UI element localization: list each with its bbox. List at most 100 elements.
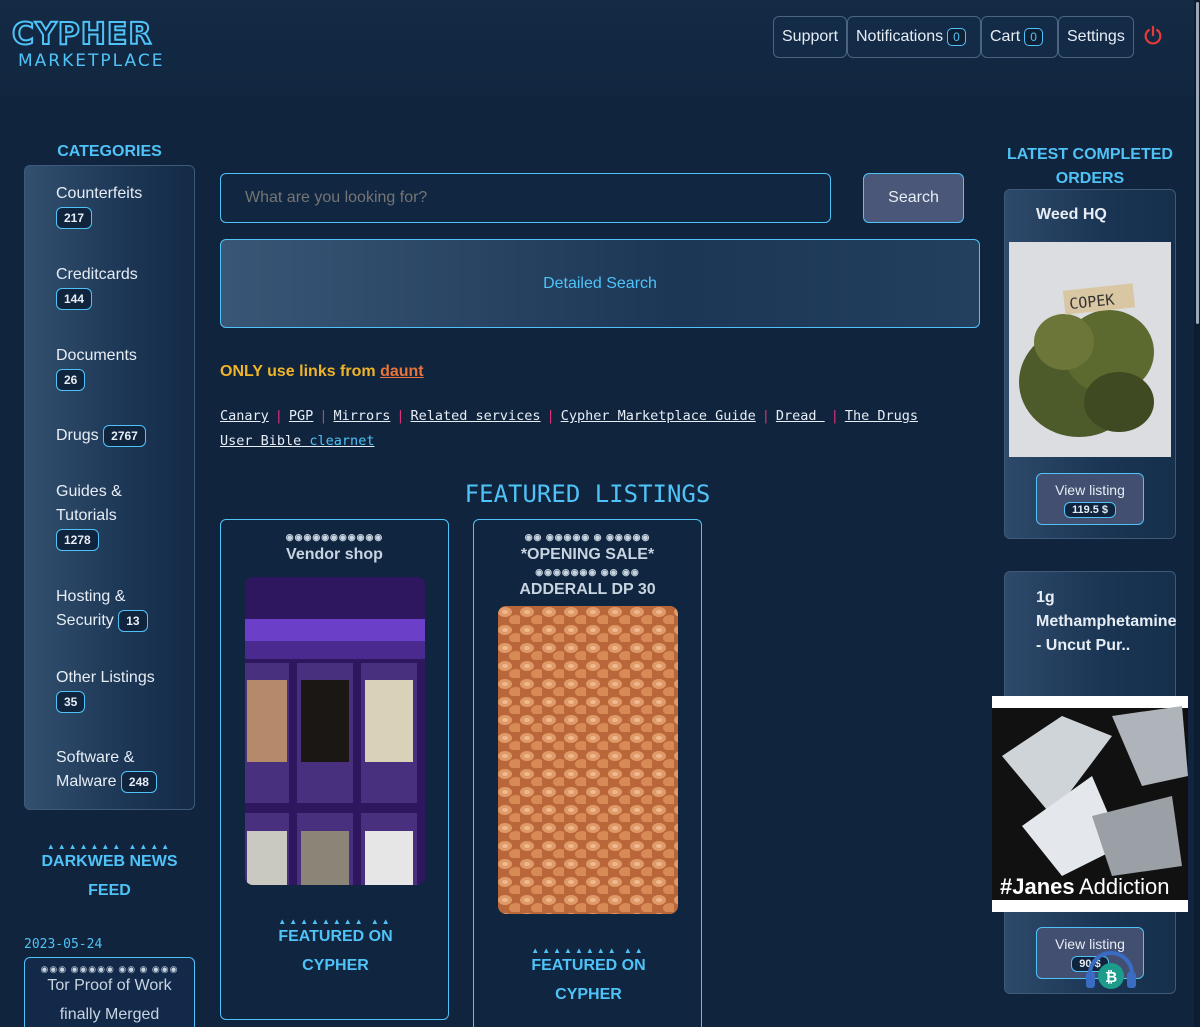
- category-count: 144: [56, 287, 93, 310]
- logo-title: CYPHER: [11, 17, 153, 52]
- image-caption-bold: #Janes: [1000, 874, 1075, 899]
- category-count: 35: [56, 690, 86, 713]
- category-label: Drugs: [56, 427, 99, 444]
- category-creditcards[interactable]: Creditcards 144: [56, 263, 186, 311]
- cart-count: 0: [1024, 28, 1043, 46]
- category-count: 217: [56, 206, 93, 229]
- order-image[interactable]: COPEK: [1009, 242, 1171, 457]
- card-title: ◉◉ ◉◉◉◉◉ ◉ ◉◉◉◉◉ *OPENING SALE* ◉◉◉◉◉◉◉ …: [474, 530, 701, 600]
- svg-text:₿: ₿: [1105, 968, 1117, 986]
- separator: |: [396, 408, 405, 424]
- category-count: 2767: [103, 424, 146, 447]
- category-label: Counterfeits: [56, 185, 143, 202]
- search-button[interactable]: Search: [863, 173, 964, 223]
- dread-link[interactable]: Dread: [776, 408, 825, 424]
- decor-dots: ◉◉◉◉◉◉◉ ◉◉ ◉◉: [535, 567, 640, 577]
- support-chat-icon[interactable]: ₿: [1080, 940, 1142, 1002]
- latest-orders-title: LATEST COMPLETED ORDERS: [1007, 146, 1173, 187]
- category-count: 13: [118, 609, 148, 632]
- crystal-illustration: #Janes Addiction: [992, 706, 1188, 900]
- logo[interactable]: CYPHER MARKETPLACE: [11, 17, 165, 72]
- clearnet-text: clearnet: [309, 433, 375, 449]
- category-label: Hosting & Security: [56, 588, 126, 629]
- adderall-image[interactable]: [498, 606, 678, 914]
- featured-badge-text: FEATURED ON CYPHER: [278, 928, 393, 974]
- category-label: Guides & Tutorials: [56, 483, 122, 524]
- card-title: ◉◉◉◉◉◉◉◉◉◉◉ Vendor shop: [221, 530, 448, 565]
- vendor-shop-illustration: [245, 577, 425, 885]
- view-listing-label: View listing: [1055, 482, 1125, 498]
- category-label: Documents: [56, 347, 137, 364]
- categories-panel: Counterfeits 217 Creditcards 144 Documen…: [24, 165, 195, 810]
- category-hosting[interactable]: Hosting & Security 13: [56, 585, 156, 633]
- news-feed-title: ▲▲▲▲▲▲▲ ▲▲▲▲ DARKWEB NEWS FEED: [24, 843, 195, 905]
- user-bible-link[interactable]: User Bible clearnet: [220, 433, 374, 449]
- separator: |: [319, 408, 328, 424]
- info-links: Canary | PGP | Mirrors | Related services | Cyph…: [220, 404, 980, 454]
- category-documents[interactable]: Documents 26: [56, 344, 186, 392]
- detailed-search-button[interactable]: Detailed Search: [220, 239, 980, 328]
- related-services-link[interactable]: Related services: [411, 408, 541, 424]
- mirrors-link[interactable]: Mirrors: [333, 408, 390, 424]
- separator: |: [546, 408, 555, 424]
- decor-dots: ◉◉◉◉◉◉◉◉◉◉◉: [285, 532, 384, 542]
- notifications-button[interactable]: Notifications 0: [847, 16, 981, 58]
- user-bible-text: User Bible: [220, 433, 302, 449]
- top-nav: Support Notifications 0 Cart 0 Settings: [773, 16, 1134, 58]
- news-date: 2023-05-24: [24, 937, 103, 952]
- separator: |: [761, 408, 770, 424]
- view-listing-button[interactable]: View listing 119.5 $: [1036, 473, 1144, 525]
- search-input[interactable]: [220, 173, 831, 223]
- featured-badge: ▲▲▲▲▲▲▲▲ ▲▲ FEATURED ON CYPHER: [474, 947, 703, 1009]
- daunt-link[interactable]: daunt: [380, 363, 424, 380]
- links-warning: ONLY use links from daunt: [220, 363, 424, 381]
- order-title[interactable]: 1g Methamphetamine - Uncut Pur..: [1036, 586, 1176, 658]
- news-item[interactable]: ◉◉◉ ◉◉◉◉◉ ◉◉ ◉ ◉◉◉ Tor Proof of Work fin…: [24, 957, 195, 1027]
- support-button[interactable]: Support: [773, 16, 847, 58]
- featured-card[interactable]: ◉◉◉◉◉◉◉◉◉◉◉ Vendor shop ▲▲▲▲▲▲▲▲ ▲▲ FEAT…: [220, 519, 449, 1020]
- separator: |: [830, 408, 839, 424]
- featured-title: FEATURED LISTINGS: [464, 480, 711, 508]
- separator: |: [274, 408, 283, 424]
- featured-badge: ▲▲▲▲▲▲▲▲ ▲▲ FEATURED ON CYPHER: [221, 918, 450, 980]
- news-title-text: DARKWEB NEWS FEED: [41, 853, 178, 899]
- pills-illustration: [498, 606, 678, 914]
- warning-text: ONLY use links from: [220, 363, 376, 380]
- category-other[interactable]: Other Listings 35: [56, 666, 186, 714]
- decor-dots: ◉◉ ◉◉◉◉◉ ◉ ◉◉◉◉◉: [524, 532, 651, 542]
- category-software[interactable]: Software & Malware 248: [56, 746, 166, 794]
- vendor-shop-image[interactable]: [245, 577, 425, 885]
- scrollbar-thumb[interactable]: [1196, 2, 1199, 324]
- category-counterfeits[interactable]: Counterfeits 217: [56, 182, 186, 230]
- category-guides[interactable]: Guides & Tutorials 1278: [56, 480, 146, 552]
- category-drugs[interactable]: Drugs 2767: [56, 424, 186, 448]
- order-price: 119.5 $: [1063, 502, 1117, 518]
- logo-subtitle: MARKETPLACE: [18, 51, 165, 71]
- card-title-text: Vendor shop: [286, 546, 383, 563]
- power-icon[interactable]: [1142, 25, 1164, 47]
- category-count: 1278: [56, 528, 99, 551]
- pgp-link[interactable]: PGP: [289, 408, 313, 424]
- support-label: Support: [782, 28, 839, 45]
- settings-button[interactable]: Settings: [1058, 16, 1134, 58]
- the-drugs-link[interactable]: The Drugs: [845, 408, 918, 424]
- settings-label: Settings: [1067, 28, 1125, 45]
- weed-illustration: COPEK: [1009, 242, 1171, 457]
- card-title-line1: *OPENING SALE*: [520, 546, 655, 563]
- image-caption: Addiction: [1079, 874, 1170, 899]
- guide-link[interactable]: Cypher Marketplace Guide: [561, 408, 756, 424]
- cart-button[interactable]: Cart 0: [981, 16, 1058, 58]
- order-image[interactable]: #Janes Addiction: [992, 696, 1188, 912]
- canary-link[interactable]: Canary: [220, 408, 269, 424]
- featured-card[interactable]: ◉◉ ◉◉◉◉◉ ◉ ◉◉◉◉◉ *OPENING SALE* ◉◉◉◉◉◉◉ …: [473, 519, 702, 1027]
- categories-title: CATEGORIES: [57, 143, 162, 160]
- order-title[interactable]: Weed HQ: [1036, 203, 1156, 227]
- category-count: 248: [120, 770, 157, 793]
- header: CYPHER MARKETPLACE Support Notifications…: [0, 0, 1200, 95]
- news-headline: Tor Proof of Work finally Merged: [47, 977, 172, 1023]
- category-label: Other Listings: [56, 669, 155, 686]
- notifications-label: Notifications: [856, 28, 944, 45]
- category-count: 26: [56, 368, 86, 391]
- card-title-line2: ADDERALL DP 30: [519, 581, 656, 598]
- cart-label: Cart: [990, 28, 1021, 45]
